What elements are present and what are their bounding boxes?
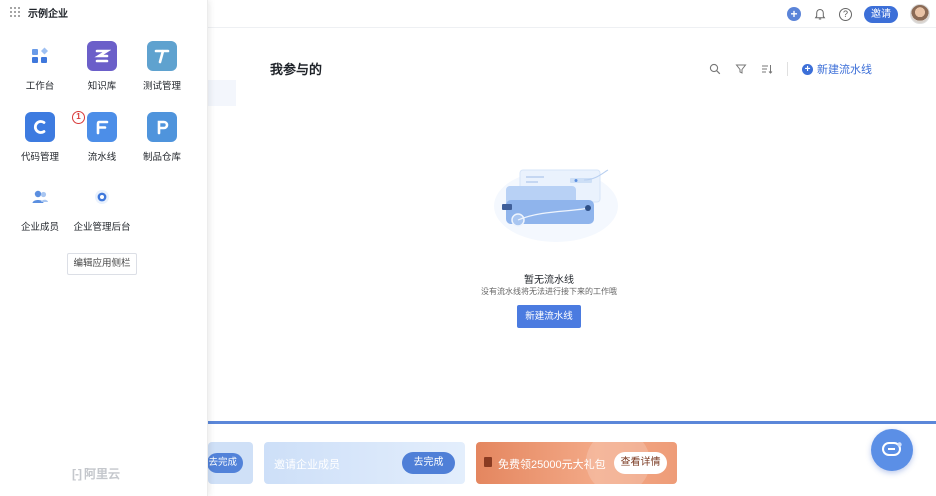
members-icon bbox=[25, 182, 55, 212]
app-test-management[interactable]: 测试管理 bbox=[132, 41, 192, 92]
app-grid-icon[interactable] bbox=[10, 7, 20, 17]
help-icon[interactable]: ? bbox=[839, 7, 852, 21]
knowledge-base-icon bbox=[87, 41, 117, 71]
notification-bell-icon[interactable] bbox=[813, 7, 827, 21]
view-details-button[interactable]: 查看详情 bbox=[614, 452, 667, 474]
create-plus-icon[interactable]: + bbox=[787, 7, 801, 21]
empty-state-title: 暂无流水线 bbox=[524, 275, 574, 286]
notification-badge: 1 bbox=[72, 111, 85, 124]
app-label: 知识库 bbox=[87, 81, 117, 92]
chat-bubble-icon bbox=[882, 442, 902, 456]
aliyun-logo-mark-icon: [-] bbox=[72, 466, 82, 481]
drawer-header: 示例企业 bbox=[10, 5, 68, 20]
app-label: 制品仓库 bbox=[142, 152, 181, 163]
new-pipeline-label: 新建流水线 bbox=[817, 64, 872, 76]
invite-members-text: 邀请企业成员 bbox=[274, 459, 340, 471]
app-label: 流水线 bbox=[87, 152, 117, 163]
main-toolbar: + 新建流水线 bbox=[709, 61, 872, 77]
app-artifact-repo[interactable]: 制品仓库 bbox=[132, 112, 192, 163]
search-icon[interactable] bbox=[709, 63, 721, 75]
aliyun-logo-text: 阿里云 bbox=[84, 467, 121, 481]
organization-name: 示例企业 bbox=[28, 8, 68, 20]
app-switcher-drawer: 示例企业 工作台 知识库 测试管理 代码管理 流水线 1 制品仓库 企业成员 企… bbox=[0, 0, 208, 496]
gift-pack-text: 免费领25000元大礼包 bbox=[498, 459, 606, 471]
invite-button[interactable]: 邀请 bbox=[864, 5, 898, 23]
gift-pack-card: 免费领25000元大礼包 查看详情 bbox=[476, 442, 677, 484]
user-avatar[interactable] bbox=[910, 4, 930, 24]
workbench-icon bbox=[25, 41, 55, 71]
pipeline-icon bbox=[87, 112, 117, 142]
test-management-icon bbox=[147, 41, 177, 71]
nav-selection-highlight bbox=[208, 80, 236, 106]
artifact-repo-icon bbox=[147, 112, 177, 142]
admin-console-icon bbox=[87, 182, 117, 212]
invite-complete-button[interactable]: 去完成 bbox=[402, 452, 455, 474]
app-label: 企业成员 bbox=[20, 222, 59, 233]
chat-support-button[interactable] bbox=[871, 429, 913, 471]
app-label: 工作台 bbox=[25, 81, 55, 92]
onboarding-card-partial: 去完成 bbox=[207, 442, 253, 484]
app-label: 测试管理 bbox=[142, 81, 181, 92]
sort-icon[interactable] bbox=[761, 63, 773, 75]
empty-pipeline-illustration bbox=[492, 160, 620, 244]
create-pipeline-button[interactable]: 新建流水线 bbox=[517, 305, 581, 328]
new-pipeline-link[interactable]: + 新建流水线 bbox=[802, 61, 872, 77]
top-right-actions: + ? 邀请 bbox=[787, 3, 930, 25]
app-workbench[interactable]: 工作台 bbox=[10, 41, 70, 92]
page-title: 我参与的 bbox=[270, 62, 323, 77]
app-code-management[interactable]: 代码管理 bbox=[10, 112, 70, 163]
app-admin-console[interactable]: 企业管理后台 bbox=[72, 182, 132, 233]
app-knowledge-base[interactable]: 知识库 bbox=[72, 41, 132, 92]
empty-state-description: 没有流水线将无法进行接下来的工作哦 bbox=[481, 287, 617, 296]
aliyun-logo: [-] 阿里云 bbox=[72, 465, 120, 482]
gift-icon bbox=[484, 457, 492, 467]
edit-sidebar-button[interactable]: 编辑应用侧栏 bbox=[67, 253, 137, 275]
app-label: 代码管理 bbox=[20, 152, 59, 163]
plus-circle-icon: + bbox=[802, 63, 813, 75]
app-members[interactable]: 企业成员 bbox=[10, 182, 70, 233]
toolbar-divider bbox=[787, 62, 788, 76]
code-management-icon bbox=[25, 112, 55, 142]
filter-icon[interactable] bbox=[735, 63, 747, 75]
app-label: 企业管理后台 bbox=[73, 222, 131, 233]
invite-members-card: 邀请企业成员 去完成 bbox=[264, 442, 465, 484]
card1-complete-button[interactable]: 去完成 bbox=[207, 453, 243, 473]
